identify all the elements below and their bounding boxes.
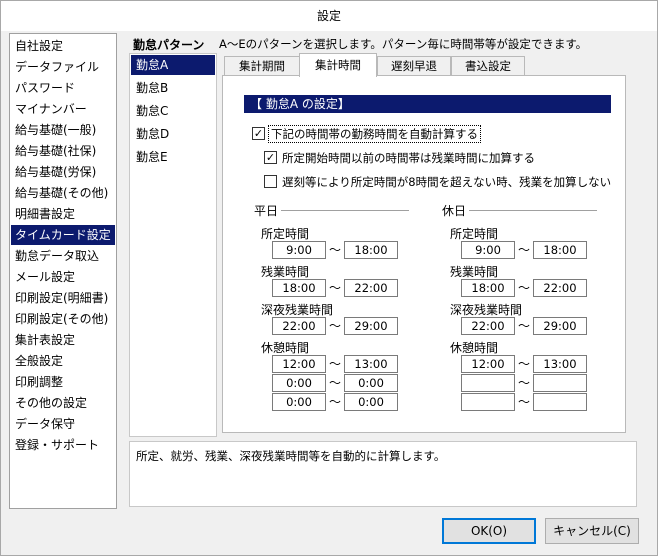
weekday-divider [281,210,409,211]
weekday-break2-start[interactable]: 0:00 [272,374,326,392]
sidebar-item-print-other[interactable]: 印刷設定(その他) [11,309,115,329]
sidebar-item-mail[interactable]: メール設定 [11,267,115,287]
weekday-break3-start[interactable]: 0:00 [272,393,326,411]
holiday-night-label: 深夜残業時間 [450,303,523,317]
weekday-break3-end[interactable]: 0:00 [344,393,398,411]
sidebar-item-other[interactable]: その他の設定 [11,393,115,413]
weekday-scheduled-end[interactable]: 18:00 [344,241,398,259]
pattern-item-a[interactable]: 勤怠A [131,55,215,75]
weekday-overtime-tilde: ～ [328,281,341,295]
sidebar-item-my-number[interactable]: マイナンバー [11,99,115,119]
weekday-overtime-label: 残業時間 [261,265,310,279]
holiday-break3-start[interactable] [461,393,515,411]
weekday-break-label: 休憩時間 [261,341,310,355]
holiday-overtime-end[interactable]: 22:00 [533,279,587,297]
weekday-scheduled-start[interactable]: 9:00 [272,241,326,259]
weekday-overtime-end[interactable]: 22:00 [344,279,398,297]
sidebar-item-salary-general[interactable]: 給与基礎(一般) [11,120,115,140]
tab-write-settings[interactable]: 書込設定 [451,56,525,76]
sidebar-item-print-statement[interactable]: 印刷設定(明細書) [11,288,115,308]
weekday-night-end[interactable]: 29:00 [344,317,398,335]
holiday-break1-start[interactable]: 12:00 [461,355,515,373]
no-overtime-late-label[interactable]: 遅刻等により所定時間が8時間を超えない時、残業を加算しない [282,174,611,190]
holiday-night-end[interactable]: 29:00 [533,317,587,335]
weekday-break2-end[interactable]: 0:00 [344,374,398,392]
holiday-break-label: 休憩時間 [450,341,499,355]
sidebar-item-print-adjust[interactable]: 印刷調整 [11,372,115,392]
pattern-list[interactable]: 勤怠A 勤怠B 勤怠C 勤怠D 勤怠E [129,53,217,437]
weekday-break3-tilde: ～ [328,395,341,409]
holiday-scheduled-start[interactable]: 9:00 [461,241,515,259]
weekday-night-tilde: ～ [328,319,341,333]
weekday-overtime-start[interactable]: 18:00 [272,279,326,297]
holiday-night-start[interactable]: 22:00 [461,317,515,335]
sidebar-item-attendance-import[interactable]: 勤怠データ取込 [11,246,115,266]
pre-start-overtime-label[interactable]: 所定開始時間以前の時間帯は残業時間に加算する [282,150,535,166]
pattern-item-c[interactable]: 勤怠C [131,101,215,121]
tab-aggregation-time[interactable]: 集計時間 [299,53,377,77]
sidebar-item-data-file[interactable]: データファイル [11,57,115,77]
sidebar-item-data-maintenance[interactable]: データ保守 [11,414,115,434]
holiday-scheduled-label: 所定時間 [450,227,499,241]
auto-calc-label[interactable]: 下記の時間帯の勤務時間を自動計算する [268,125,481,143]
sidebar-item-registration[interactable]: 登録・サポート [11,435,115,455]
pattern-item-d[interactable]: 勤怠D [131,124,215,144]
cancel-button[interactable]: キャンセル(C) [545,518,639,544]
panel-heading: 【 勤怠A の設定】 [244,95,611,113]
help-text: 所定、就労、残業、深夜残業時間等を自動的に計算します。 [136,449,446,463]
pattern-section-title: 勤怠パターン [133,38,205,52]
holiday-break1-tilde: ～ [517,357,530,371]
sidebar-item-password[interactable]: パスワード [11,78,115,98]
holiday-overtime-tilde: ～ [517,281,530,295]
pattern-item-b[interactable]: 勤怠B [131,78,215,98]
holiday-break2-end[interactable] [533,374,587,392]
pre-start-overtime-checkbox[interactable]: ✓ [264,151,277,164]
sidebar-item-salary-social[interactable]: 給与基礎(社保) [11,141,115,161]
weekday-break1-tilde: ～ [328,357,341,371]
holiday-break2-tilde: ～ [517,376,530,390]
holiday-break2-start[interactable] [461,374,515,392]
sidebar-item-timecard[interactable]: タイムカード設定 [11,225,115,245]
holiday-break3-tilde: ～ [517,395,530,409]
weekday-scheduled-tilde: ～ [328,243,341,257]
tab-late-early[interactable]: 遅刻早退 [377,56,451,76]
auto-calc-checkbox[interactable]: ✓ [252,127,265,140]
holiday-break1-end[interactable]: 13:00 [533,355,587,373]
holiday-divider [469,210,597,211]
weekday-break2-tilde: ～ [328,376,341,390]
holiday-night-tilde: ～ [517,319,530,333]
sidebar-item-statement[interactable]: 明細書設定 [11,204,115,224]
sidebar-item-salary-other[interactable]: 給与基礎(その他) [11,183,115,203]
help-text-box: 所定、就労、残業、深夜残業時間等を自動的に計算します。 [129,441,637,507]
weekday-scheduled-label: 所定時間 [261,227,310,241]
weekday-night-label: 深夜残業時間 [261,303,334,317]
settings-category-list[interactable]: 自社設定 データファイル パスワード マイナンバー 給与基礎(一般) 給与基礎(… [9,33,117,509]
holiday-scheduled-end[interactable]: 18:00 [533,241,587,259]
sidebar-item-summary[interactable]: 集計表設定 [11,330,115,350]
sidebar-item-company[interactable]: 自社設定 [11,36,115,56]
holiday-overtime-label: 残業時間 [450,265,499,279]
tab-aggregation-period[interactable]: 集計期間 [224,56,300,76]
sidebar-item-salary-labor[interactable]: 給与基礎(労保) [11,162,115,182]
sidebar-item-general[interactable]: 全般設定 [11,351,115,371]
holiday-overtime-start[interactable]: 18:00 [461,279,515,297]
pattern-item-e[interactable]: 勤怠E [131,147,215,167]
no-overtime-late-checkbox[interactable] [264,175,277,188]
settings-window: 設定 自社設定 データファイル パスワード マイナンバー 給与基礎(一般) 給与… [0,0,658,556]
holiday-title: 休日 [442,204,467,218]
holiday-break3-end[interactable] [533,393,587,411]
holiday-scheduled-tilde: ～ [517,243,530,257]
ok-button[interactable]: OK(O) [442,518,536,544]
window-title: 設定 [1,1,657,31]
pattern-description: A～Eのパターンを選択します。パターン毎に時間帯等が設定できます。 [219,37,588,51]
weekday-title: 平日 [254,204,279,218]
weekday-break1-end[interactable]: 13:00 [344,355,398,373]
weekday-night-start[interactable]: 22:00 [272,317,326,335]
aggregation-time-panel: 【 勤怠A の設定】 ✓ 下記の時間帯の勤務時間を自動計算する ✓ 所定開始時間… [222,75,626,433]
weekday-break1-start[interactable]: 12:00 [272,355,326,373]
